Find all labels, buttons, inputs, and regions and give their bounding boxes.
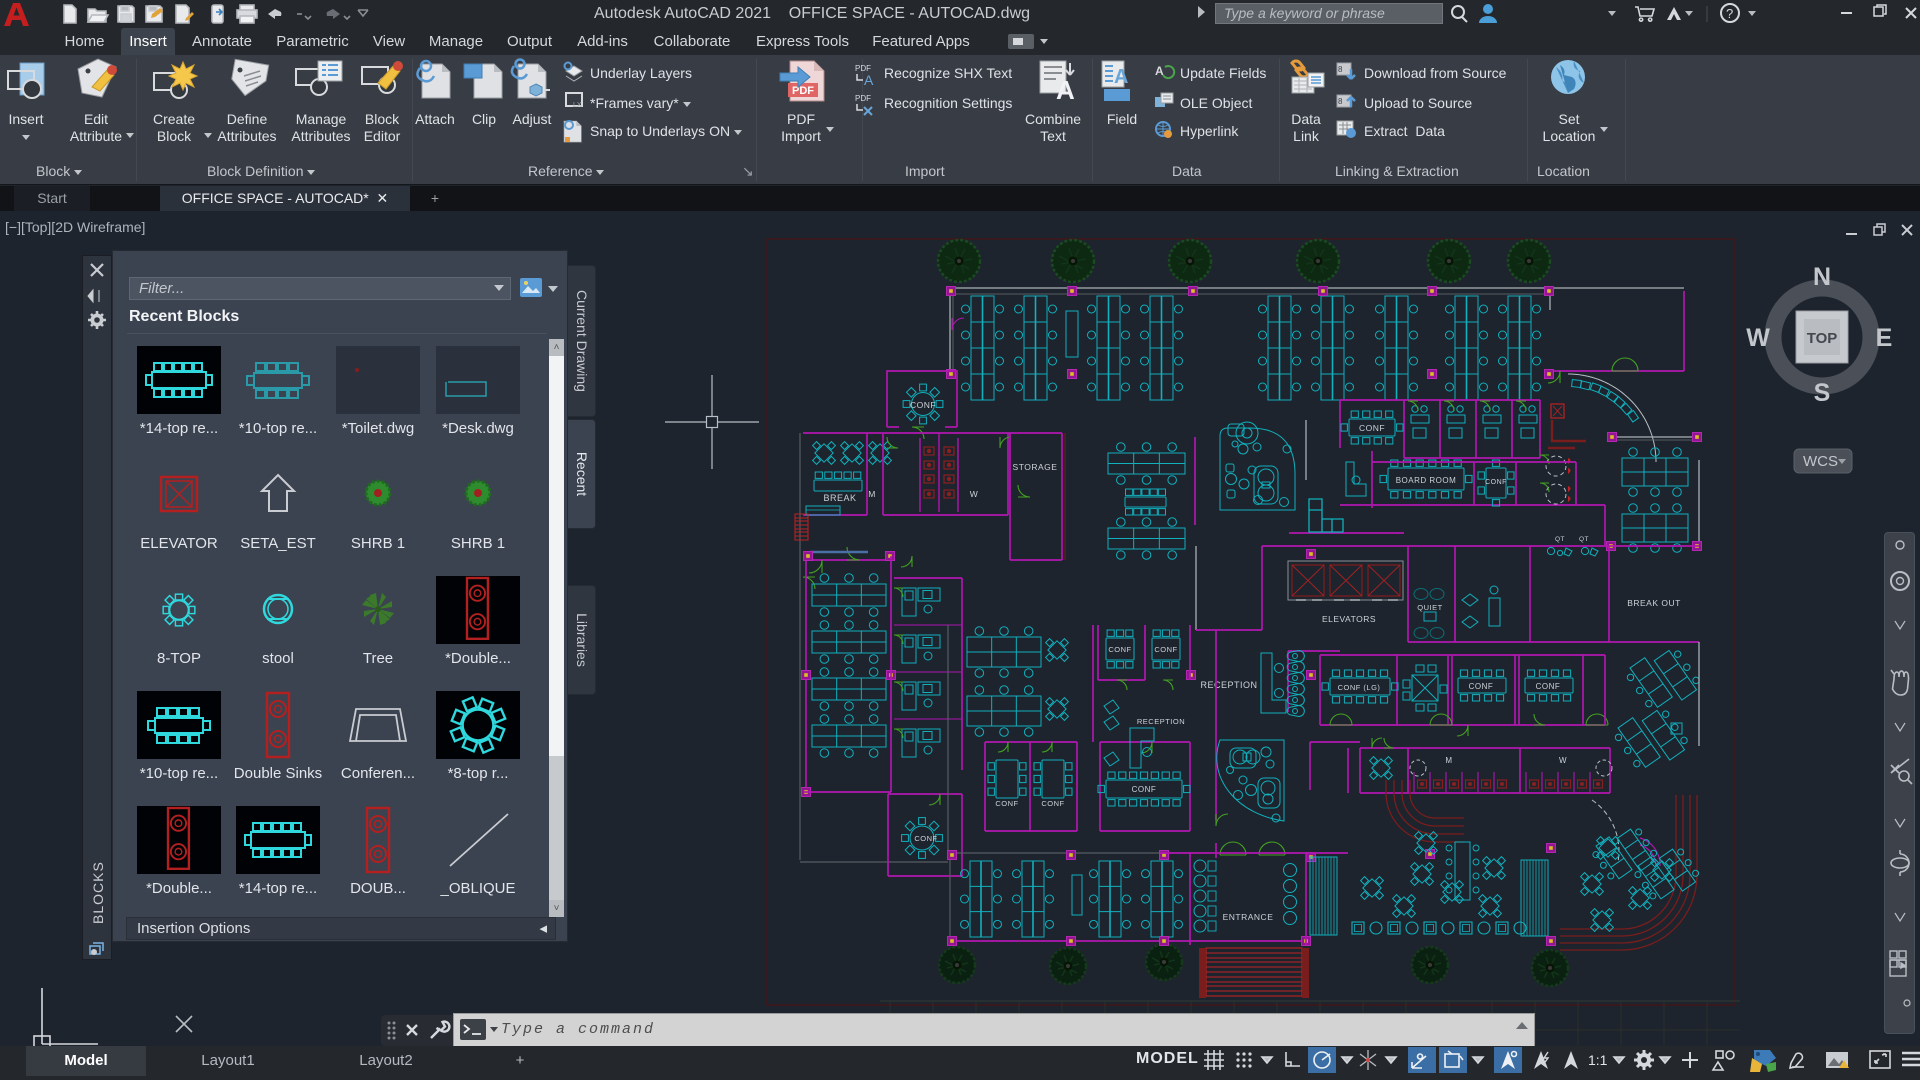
svg-text:W: W [1559, 756, 1567, 765]
svg-text:TOP: TOP [1807, 330, 1838, 347]
svg-text:M: M [868, 489, 876, 499]
svg-text:CONF: CONF [1154, 645, 1177, 654]
svg-text:CONF: CONF [1359, 423, 1385, 433]
svg-text:RECEPTION: RECEPTION [1137, 717, 1185, 726]
svg-text:QT: QT [1555, 536, 1565, 543]
svg-text:?: ? [1726, 6, 1733, 21]
svg-text:WCS: WCS [1803, 453, 1838, 470]
svg-text:LX: LX [573, 102, 582, 109]
svg-text:A: A [1114, 66, 1128, 88]
svg-text:CONF: CONF [914, 834, 937, 843]
svg-text:CONF: CONF [1536, 682, 1561, 691]
svg-text:N: N [1813, 263, 1831, 291]
svg-text:ELEVATORS: ELEVATORS [1322, 614, 1376, 624]
svg-text:CONF: CONF [995, 799, 1018, 808]
svg-text:CONF: CONF [1469, 682, 1494, 691]
svg-text:M: M [1445, 756, 1452, 765]
svg-text:BLOCKS: BLOCKS [90, 861, 106, 924]
svg-text:8: 8 [1338, 65, 1343, 74]
svg-text:8: 8 [1338, 97, 1343, 106]
svg-text:E: E [1876, 324, 1893, 352]
svg-text:CONF: CONF [910, 400, 936, 410]
svg-text:BREAK OUT: BREAK OUT [1627, 598, 1681, 608]
svg-text:BOARD ROOM: BOARD ROOM [1396, 476, 1457, 485]
svg-text:W: W [970, 489, 979, 499]
svg-text:PDF: PDF [792, 85, 814, 97]
svg-text:RECEPTION: RECEPTION [1200, 680, 1257, 690]
svg-text:CONF: CONF [1132, 785, 1157, 794]
svg-text:STORAGE: STORAGE [1013, 462, 1058, 472]
svg-text:ENTRANCE: ENTRANCE [1223, 912, 1274, 922]
svg-text:A: A [1056, 75, 1075, 105]
svg-text:BREAK: BREAK [823, 493, 856, 503]
svg-text:CONF: CONF [1041, 799, 1064, 808]
svg-text:A: A [864, 72, 874, 88]
svg-text:CONF (LG): CONF (LG) [1338, 683, 1381, 692]
svg-text:1:1: 1:1 [1588, 1052, 1608, 1068]
svg-text:CONF: CONF [1108, 645, 1131, 654]
svg-text:CONF: CONF [1485, 479, 1507, 486]
svg-text:PDF: PDF [855, 94, 871, 103]
svg-text:QT: QT [1579, 536, 1589, 543]
svg-text:W: W [1746, 324, 1770, 352]
svg-text:QUIET: QUIET [1417, 603, 1442, 612]
svg-text:S: S [1814, 379, 1831, 407]
